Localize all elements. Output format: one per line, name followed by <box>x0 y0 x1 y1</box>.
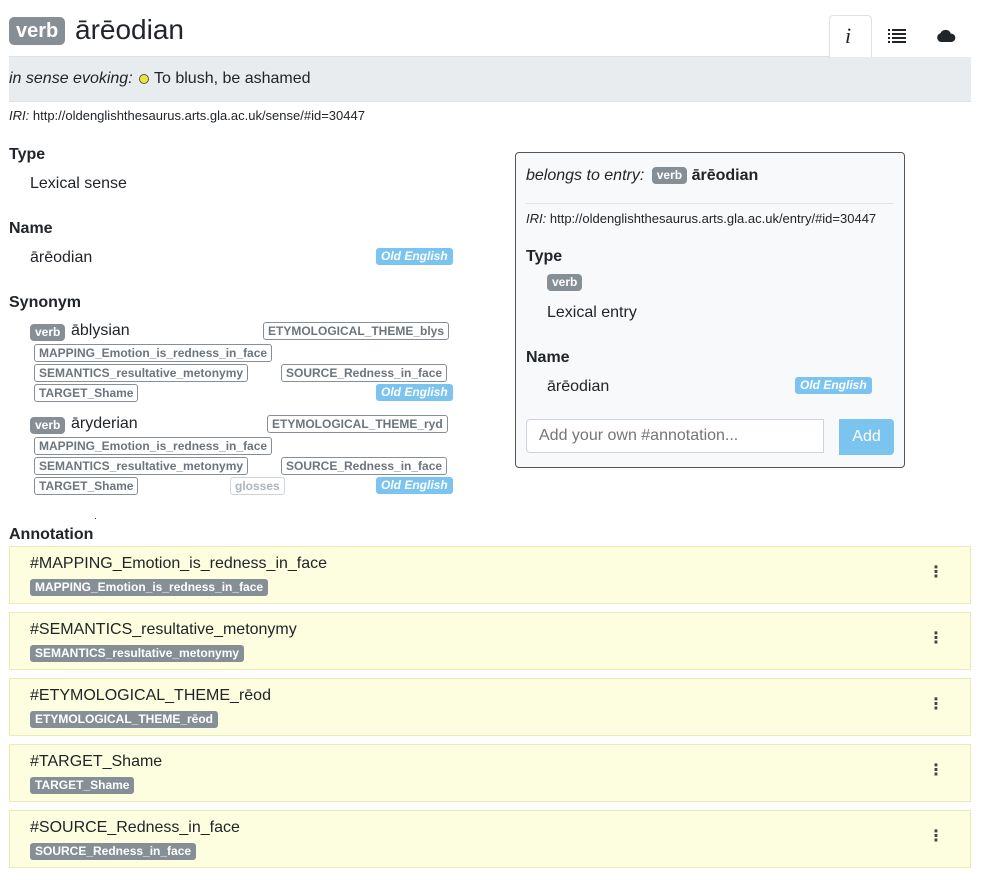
info-tab[interactable]: i <box>829 15 872 59</box>
page-title: ārēodian <box>75 14 184 45</box>
annotation-card[interactable]: #TARGET_Shame TARGET_Shame ⋮ <box>9 744 971 802</box>
cloud-icon <box>937 29 956 42</box>
synonym-pos-badge: verb <box>30 417 66 434</box>
annotation-tag[interactable]: SOURCE_Redness_in_face <box>30 843 197 860</box>
sense-text[interactable]: To blush, be ashamed <box>154 70 311 88</box>
entry-name-heading: Name <box>526 349 570 366</box>
type-heading: Type <box>9 146 46 163</box>
annotation-input[interactable] <box>526 419 824 453</box>
entry-prefix: belongs to entry: <box>526 167 645 184</box>
entry-iri-value[interactable]: http://oldenglishthesaurus.arts.gla.ac.u… <box>550 211 876 226</box>
synonym-tag-glosses[interactable]: glosses <box>230 477 285 495</box>
entry-panel: belongs to entry: verb ārēodian IRI: htt… <box>515 152 905 468</box>
entry-name-value: ārēodian <box>547 378 610 395</box>
kebab-menu-icon[interactable]: ⋮ <box>928 763 944 779</box>
name-value: ārēodian <box>30 249 93 266</box>
iri-label: IRI: <box>9 108 30 123</box>
view-toolbar: i <box>829 15 971 59</box>
type-value: Lexical sense <box>30 175 127 192</box>
entry-word[interactable]: ārēodian <box>692 167 759 184</box>
synonym-tag[interactable]: TARGET_Shame <box>34 384 139 402</box>
annotation-title: #SEMANTICS_resultative_metonymy <box>30 621 297 638</box>
info-icon: i <box>845 23 852 48</box>
annotation-tag[interactable]: ETYMOLOGICAL_THEME_rēod <box>30 711 219 728</box>
synonym-word[interactable]: āblysian <box>71 322 130 340</box>
entry-type-pos-badge: verb <box>547 274 583 291</box>
cloud-tab[interactable] <box>925 15 965 57</box>
synonym-lang-badge: Old English <box>376 384 453 401</box>
annotation-card[interactable]: #MAPPING_Emotion_is_redness_in_face MAPP… <box>9 546 971 604</box>
synonym-heading: Synonym <box>9 294 82 311</box>
synonym-lang-badge: Old English <box>376 477 453 494</box>
annotation-card[interactable]: #SOURCE_Redness_in_face SOURCE_Redness_i… <box>9 810 971 868</box>
annotation-card[interactable]: #ETYMOLOGICAL_THEME_rēod ETYMOLOGICAL_TH… <box>9 678 971 736</box>
entry-type-value: Lexical entry <box>547 304 637 321</box>
synonym-tag[interactable]: SOURCE_Redness_in_face <box>281 457 448 475</box>
annotation-heading: Annotation <box>9 526 94 543</box>
entry-divider <box>526 203 894 204</box>
sense-prefix: in sense evoking: <box>9 70 133 87</box>
list-icon <box>888 29 906 43</box>
annotation-tag[interactable]: SEMANTICS_resultative_metonymy <box>30 645 245 662</box>
name-heading: Name <box>9 220 53 237</box>
synonym-tag[interactable]: SOURCE_Redness_in_face <box>281 364 448 382</box>
entry-pos-badge: verb <box>651 167 688 184</box>
annotation-tag[interactable]: MAPPING_Emotion_is_redness_in_face <box>30 579 269 596</box>
annotation-title: #SOURCE_Redness_in_face <box>30 819 240 836</box>
synonym-tag[interactable]: TARGET_Shame <box>34 477 139 495</box>
kebab-menu-icon[interactable]: ⋮ <box>928 565 944 581</box>
entry-name-lang-badge: Old English <box>795 377 872 394</box>
kebab-menu-icon[interactable]: ⋮ <box>928 631 944 647</box>
synonym-word[interactable]: āryderian <box>71 415 138 433</box>
entry-heading: belongs to entry: verb ārēodian <box>526 167 758 185</box>
synonym-pos-badge: verb <box>30 324 66 341</box>
sense-bar: in sense evoking: To blush, be ashamed <box>9 57 971 102</box>
annotation-card[interactable]: #SEMANTICS_resultative_metonymy SEMANTIC… <box>9 612 971 670</box>
stray-dot <box>95 518 96 519</box>
synonym-tag[interactable]: MAPPING_Emotion_is_redness_in_face <box>34 437 273 455</box>
entry-iri: IRI: http://oldenglishthesaurus.arts.gla… <box>526 211 876 226</box>
list-tab[interactable] <box>879 15 915 57</box>
sense-dot-icon <box>139 74 149 84</box>
pos-badge: verb <box>9 17 66 45</box>
add-annotation-button[interactable]: Add <box>839 419 894 455</box>
annotation-title: #ETYMOLOGICAL_THEME_rēod <box>30 687 271 704</box>
entry-type-heading: Type <box>526 248 563 265</box>
synonym-tag[interactable]: MAPPING_Emotion_is_redness_in_face <box>34 344 273 362</box>
annotation-title: #MAPPING_Emotion_is_redness_in_face <box>30 555 328 572</box>
entry-iri-label: IRI: <box>526 211 547 226</box>
synonym-tag[interactable]: ETYMOLOGICAL_THEME_ryd <box>267 415 448 433</box>
iri-line: IRI: http://oldenglishthesaurus.arts.gla… <box>9 108 365 123</box>
synonym-tag[interactable]: SEMANTICS_resultative_metonymy <box>34 364 249 382</box>
annotation-title: #TARGET_Shame <box>30 753 163 770</box>
kebab-menu-icon[interactable]: ⋮ <box>928 697 944 713</box>
kebab-menu-icon[interactable]: ⋮ <box>928 829 944 845</box>
name-lang-badge: Old English <box>376 248 453 265</box>
synonym-tag[interactable]: SEMANTICS_resultative_metonymy <box>34 457 249 475</box>
synonym-tag[interactable]: ETYMOLOGICAL_THEME_blys <box>263 322 450 340</box>
iri-value[interactable]: http://oldenglishthesaurus.arts.gla.ac.u… <box>33 108 365 123</box>
annotation-tag[interactable]: TARGET_Shame <box>30 777 135 794</box>
